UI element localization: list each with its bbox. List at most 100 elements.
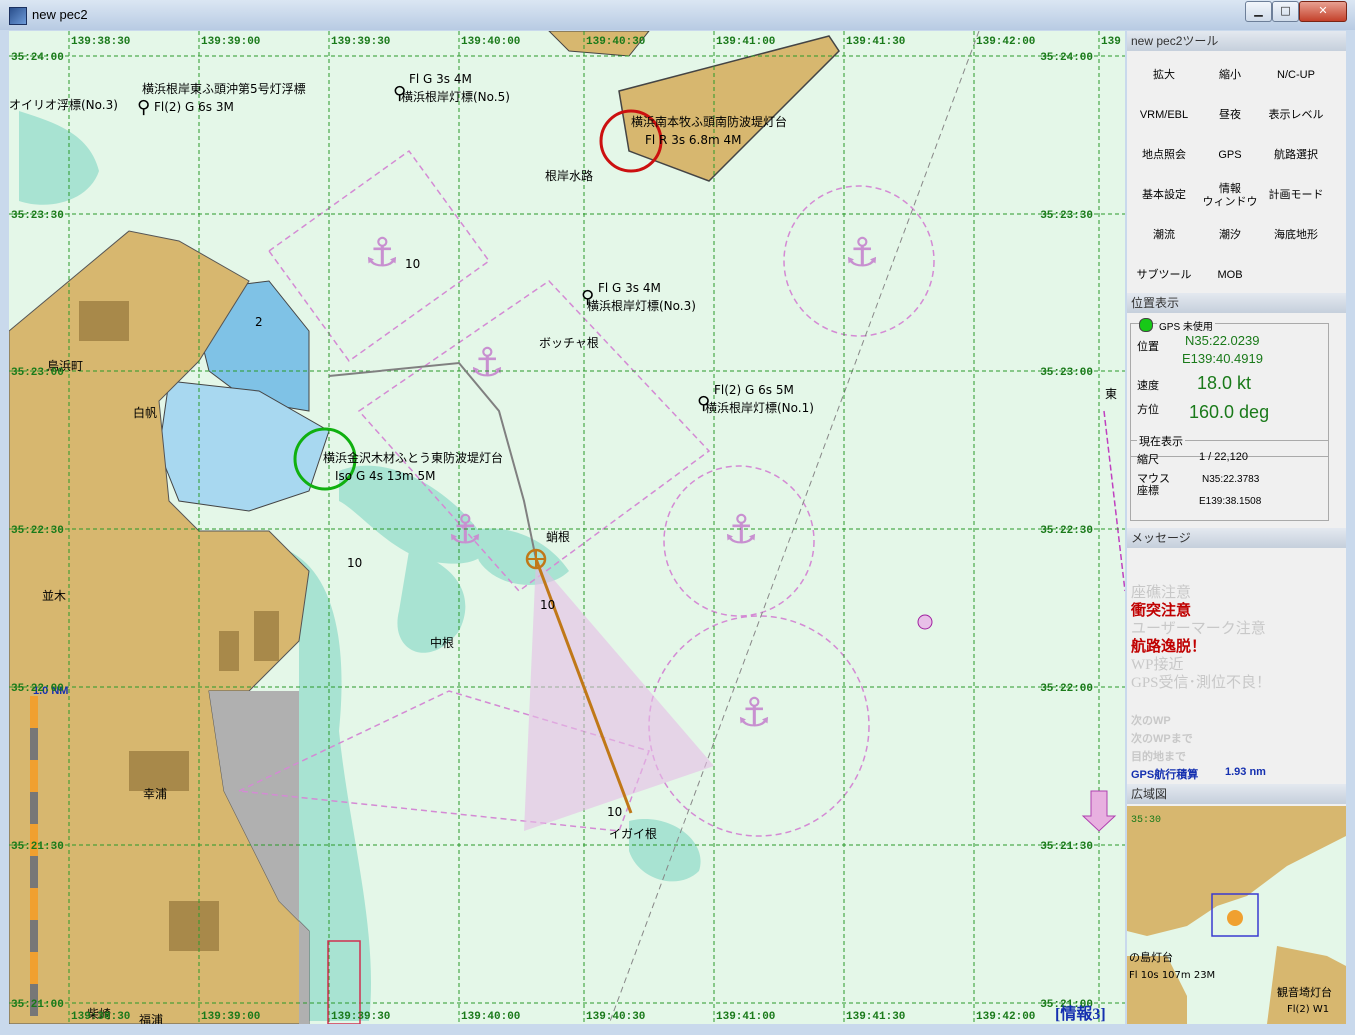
message-item: ユーザーマーク注意 <box>1131 621 1266 637</box>
pier <box>618 35 840 182</box>
tool-button-12[interactable]: 潮流 <box>1131 229 1197 242</box>
coord-label: 139:42:00 <box>976 36 1035 48</box>
gps-total-value: 1.93 nm <box>1225 766 1266 778</box>
anchor-icon: ⚓ <box>447 507 483 553</box>
depth-sounding: 10 <box>540 598 555 612</box>
route-arrow-icon <box>1081 790 1117 832</box>
map-label: 東 <box>1105 387 1117 401</box>
tool-button-3[interactable]: VRM/EBL <box>1131 109 1197 122</box>
coord-label: 139:39:00 <box>201 36 260 48</box>
coord-label: 35:21:00 <box>11 999 64 1011</box>
map-label: 福浦 <box>139 1012 163 1024</box>
message-item: 座礁注意 <box>1131 585 1192 601</box>
info-window-label[interactable]: [情報3] <box>1055 1004 1106 1023</box>
tool-button-2[interactable]: N/C-UP <box>1263 69 1329 82</box>
overview-ship-icon <box>1227 910 1243 926</box>
mouse-coord-label: マウス 座標 <box>1137 473 1170 497</box>
tool-button-14[interactable]: 海底地形 <box>1263 229 1329 242</box>
tool-button-8[interactable]: 航路選択 <box>1263 149 1329 162</box>
overview-label: 観音埼灯台 <box>1277 985 1332 999</box>
tool-button-6[interactable]: 地点照会 <box>1131 149 1197 162</box>
tool-button-11[interactable]: 計画モード <box>1263 189 1329 202</box>
map-label: 横浜根岸灯標(No.1) <box>705 401 814 415</box>
minimize-button[interactable]: ▁ <box>1245 1 1272 22</box>
map-label: ボッチャ根 <box>539 336 599 350</box>
title-bar[interactable]: new pec2 ▁ □ ✕ <box>0 0 1355 30</box>
scale-bar-segment <box>30 696 38 728</box>
speed-label: 速度 <box>1137 380 1159 392</box>
map-label: 蛸根 <box>546 530 570 544</box>
message-item: 航路逸脱！ <box>1131 639 1207 655</box>
overview-map[interactable]: 35:30 の島灯台 Fl 10s 107m 23M 観音埼灯台 Fl(2) W… <box>1127 806 1346 1024</box>
tool-button-9[interactable]: 基本設定 <box>1131 189 1197 202</box>
map-label: Fl(2) G 6s 3M <box>154 100 234 114</box>
user-mark-icon[interactable] <box>917 614 933 630</box>
route-line <box>1103 410 1125 592</box>
mouse-lat: N35:22.3783 <box>1202 474 1260 485</box>
coord-label: 35:24:00 <box>11 52 64 64</box>
tool-button-10[interactable]: 情報 ウィンドウ <box>1197 183 1263 209</box>
depth-sounding: 10 <box>347 556 362 570</box>
coord-label: 139:39:30 <box>331 36 390 48</box>
tool-button-5[interactable]: 表示レベル <box>1263 109 1329 122</box>
message-item: WP接近 <box>1131 657 1184 673</box>
scale-bar-segment <box>30 952 38 984</box>
overview-lat-label: 35:30 <box>1131 815 1161 826</box>
tool-button-7[interactable]: GPS <box>1197 149 1263 162</box>
coord-label: 139:40:00 <box>461 1011 520 1023</box>
coord-label: 139:41:30 <box>846 36 905 48</box>
overview-label: の島灯台 <box>1129 950 1173 964</box>
anchor-icon: ⚓ <box>364 230 400 276</box>
fairway-line <box>608 31 980 1024</box>
close-button[interactable]: ✕ <box>1299 1 1347 22</box>
messages-header: メッセージ <box>1127 528 1346 548</box>
coord-label: 139:38:30 <box>71 1011 130 1023</box>
coord-label: 139:41:30 <box>846 1011 905 1023</box>
position-lon: E139:40.4919 <box>1182 351 1263 366</box>
position-lat: N35:22.0239 <box>1185 333 1260 348</box>
overview-land <box>1127 956 1187 1024</box>
nautical-chart[interactable]: ⚓ ⚓ ⚓ ⚓ ⚓ ⚓ ⚲ ⚲ ⚲ ⚲ 横浜根岸東ふ頭沖第5号灯浮標 オイリオ浮… <box>9 31 1125 1024</box>
coord-label: 35:23:30 <box>1040 210 1093 222</box>
tool-button-0[interactable]: 拡大 <box>1131 69 1197 82</box>
coord-label: 35:22:30 <box>1040 525 1093 537</box>
coord-label: 139:41:00 <box>716 36 775 48</box>
depth-sounding: 2 <box>255 315 263 329</box>
coord-label: 35:23:00 <box>1040 367 1093 379</box>
gps-status-icon <box>1139 318 1153 332</box>
to-next-wp-label: 次のWPまで <box>1131 733 1193 745</box>
coord-label: 139:40:30 <box>586 1011 645 1023</box>
building <box>254 611 279 661</box>
coord-label: 35:23:30 <box>11 210 64 222</box>
tool-button-15[interactable]: サブツール <box>1131 269 1197 282</box>
speed-value: 18.0 kt <box>1197 373 1252 393</box>
next-wp-label: 次のWP <box>1131 715 1171 727</box>
overview-label: Fl 10s 107m 23M <box>1129 970 1215 981</box>
maximize-button[interactable]: □ <box>1272 1 1299 22</box>
tool-button-13[interactable]: 潮汐 <box>1197 229 1263 242</box>
side-panel: new pec2ツール 拡大 縮小 N/C-UP VRM/EBL 昼夜 表示レベル 地点照会… <box>1127 31 1346 1024</box>
coord-label: 35:21:30 <box>11 841 64 853</box>
lon-labels-top: 139:38:30 139:39:00 139:39:30 139:40:00 139:… <box>71 36 1121 48</box>
map-label: オイリオ浮標(No.3) <box>9 98 118 112</box>
gps-status: GPS 未使用 <box>1157 318 1215 333</box>
scale-value: 1 / 22,120 <box>1199 451 1248 463</box>
chart-canvas[interactable]: ⚓ ⚓ ⚓ ⚓ ⚓ ⚓ ⚲ ⚲ ⚲ ⚲ 横浜根岸東ふ頭沖第5号灯浮標 オイリオ浮… <box>9 31 1125 1024</box>
map-label: 横浜南本牧ふ頭南防波堤灯台 <box>631 114 787 129</box>
heading-label: 方位 <box>1137 404 1159 416</box>
scale-bar-segment <box>30 888 38 920</box>
coord-label: 35:22:00 <box>11 683 64 695</box>
tool-button-16[interactable]: MOB <box>1197 269 1263 282</box>
position-label: 位置 <box>1137 341 1159 353</box>
map-label: 横浜根岸灯標(No.3) <box>587 299 696 313</box>
buoy-icon[interactable]: ⚲ <box>137 97 150 118</box>
lon-labels-bottom: 139:38:30 139:39:00 139:39:30 139:40:00 139:… <box>71 1011 1035 1023</box>
overview-header: 広域図 <box>1127 784 1346 804</box>
message-item: GPS受信･測位不良！ <box>1131 675 1272 691</box>
tool-button-4[interactable]: 昼夜 <box>1197 109 1263 122</box>
depth-sounding: 10 <box>607 805 622 819</box>
building <box>169 901 219 951</box>
current-header: 現在表示 <box>1137 433 1185 449</box>
tool-button-1[interactable]: 縮小 <box>1197 69 1263 82</box>
coord-label: 35:24:00 <box>1040 52 1093 64</box>
